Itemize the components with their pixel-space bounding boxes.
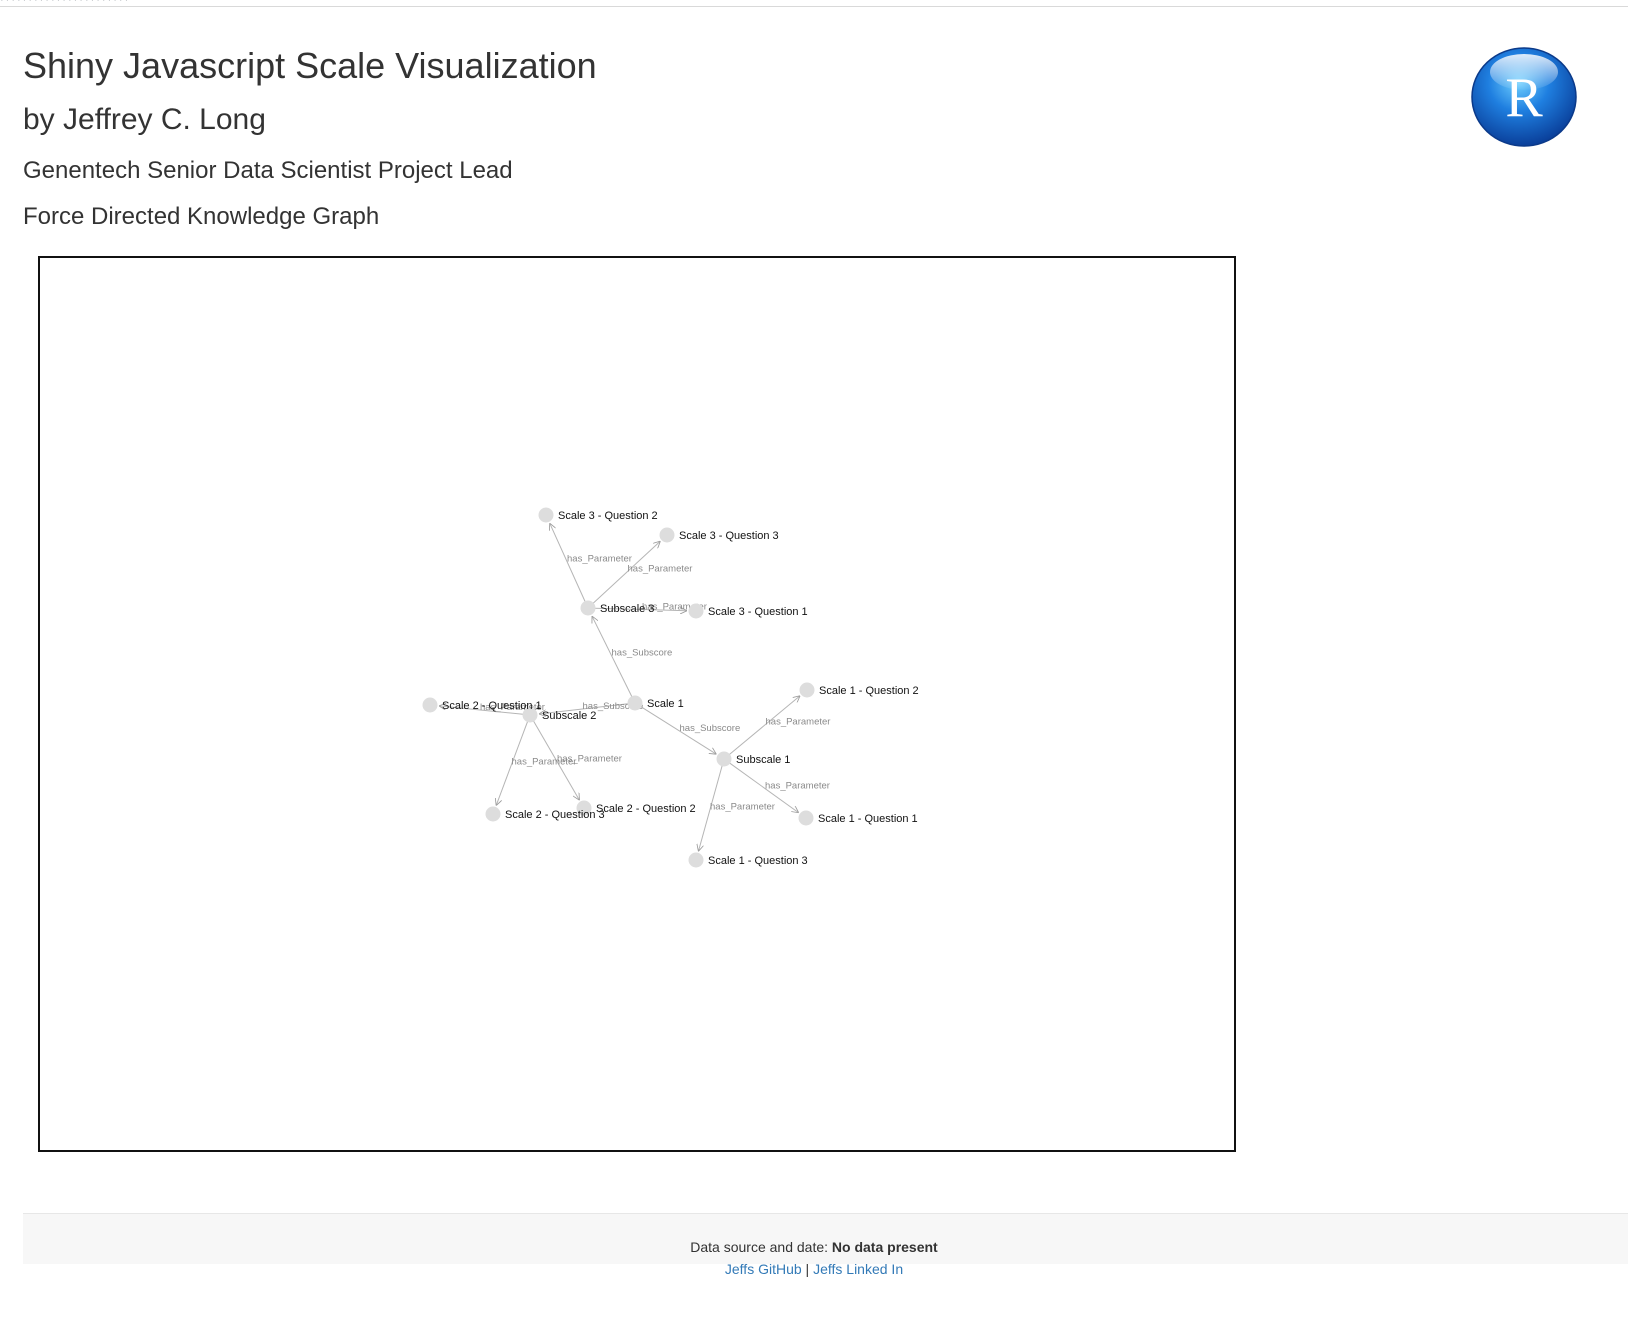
- graph-node-label: Subscale 1: [736, 754, 790, 766]
- graph-node-circle[interactable]: [580, 600, 596, 616]
- graph-node-s2q3[interactable]: Scale 2 - Question 3: [485, 806, 605, 822]
- graph-node-circle[interactable]: [627, 695, 643, 711]
- graph-node-label: Scale 1 - Question 3: [708, 855, 808, 867]
- graph-node-circle[interactable]: [798, 810, 814, 826]
- graph-node-s1q3[interactable]: Scale 1 - Question 3: [688, 852, 808, 868]
- graph-node-subscale3[interactable]: Subscale 3: [580, 600, 654, 616]
- graph-heading: Force Directed Knowledge Graph: [23, 203, 380, 230]
- graph-node-label: Scale 3 - Question 2: [558, 510, 658, 522]
- page-title: Shiny Javascript Scale Visualization: [23, 45, 597, 86]
- footer-links: Jeffs GitHub | Jeffs Linked In: [0, 1260, 1628, 1278]
- graph-edge-label: has_Subscore: [612, 648, 673, 659]
- knowledge-graph-panel[interactable]: has_Subscore has_Subscore has_Subscore has_…: [38, 256, 1236, 1152]
- graph-node-circle[interactable]: [485, 806, 501, 822]
- graph-node-circle[interactable]: [422, 697, 438, 713]
- github-link[interactable]: Jeffs GitHub: [725, 1261, 802, 1277]
- data-source-label: Data source and date:: [690, 1239, 829, 1255]
- graph-node-s1q2[interactable]: Scale 1 - Question 2: [799, 682, 919, 698]
- graph-node-s3q3[interactable]: Scale 3 - Question 3: [659, 527, 779, 543]
- graph-edge-label: has_Parameter: [765, 781, 830, 792]
- browser-url-strip: ·······················: [0, 0, 1628, 7]
- graph-edge-label: has_Parameter: [710, 802, 775, 813]
- graph-edge-label: has_Subscore: [680, 723, 741, 734]
- graph-node-label: Scale 3 - Question 3: [679, 530, 779, 542]
- graph-node-label: Scale 1 - Question 2: [819, 685, 919, 697]
- graph-node-scale1[interactable]: Scale 1: [627, 695, 684, 711]
- link-separator: |: [805, 1261, 810, 1277]
- graph-node-s2q1[interactable]: Scale 2 - Question 1: [422, 697, 542, 713]
- graph-node-subscale1[interactable]: Subscale 1: [716, 751, 790, 767]
- graph-edge-label: has_Parameter: [567, 554, 632, 565]
- knowledge-graph-svg[interactable]: has_Subscorehas_Subscorehas_Subscorehas_…: [40, 258, 1234, 1150]
- r-logo-letter: R: [1505, 67, 1543, 129]
- author-line: by Jeffrey C. Long: [23, 103, 266, 136]
- graph-node-label: Scale 2 - Question 3: [505, 809, 605, 821]
- graph-node-circle[interactable]: [716, 751, 732, 767]
- graph-node-label: Scale 2 - Question 1: [442, 700, 542, 712]
- url-fragment: ·······················: [0, 0, 290, 2]
- graph-node-circle[interactable]: [688, 852, 704, 868]
- graph-node-label: Scale 2 - Question 2: [596, 803, 696, 815]
- graph-node-circle[interactable]: [659, 527, 675, 543]
- data-source-value: No data present: [831, 1239, 938, 1255]
- nodes-layer: Scale 1 Subscale 1 Subscale 2 Subscale 3 Sca…: [422, 507, 919, 868]
- edge-labels-layer: has_Subscorehas_Subscorehas_Subscorehas_…: [480, 554, 830, 813]
- graph-node-circle[interactable]: [799, 682, 815, 698]
- graph-node-label: Scale 1 - Question 1: [818, 813, 918, 825]
- graph-node-s1q1[interactable]: Scale 1 - Question 1: [798, 810, 918, 826]
- data-source-line: Data source and date: No data present: [0, 1238, 1628, 1256]
- graph-node-s3q2[interactable]: Scale 3 - Question 2: [538, 507, 658, 523]
- graph-node-circle[interactable]: [538, 507, 554, 523]
- graph-node-circle[interactable]: [688, 603, 704, 619]
- graph-node-label: Scale 1: [647, 698, 684, 710]
- graph-edge-label: has_Parameter: [512, 757, 577, 768]
- graph-node-label: Subscale 2: [542, 710, 596, 722]
- graph-edge-label: has_Parameter: [628, 564, 693, 575]
- graph-edge-label: has_Parameter: [766, 717, 831, 728]
- r-logo-icon: R: [1471, 47, 1577, 147]
- linkedin-link[interactable]: Jeffs Linked In: [813, 1261, 903, 1277]
- organization-line: Genentech Senior Data Scientist Project …: [23, 157, 513, 184]
- r-logo: R: [1470, 46, 1578, 148]
- graph-node-label: Subscale 3: [600, 603, 654, 615]
- graph-node-label: Scale 3 - Question 1: [708, 606, 808, 618]
